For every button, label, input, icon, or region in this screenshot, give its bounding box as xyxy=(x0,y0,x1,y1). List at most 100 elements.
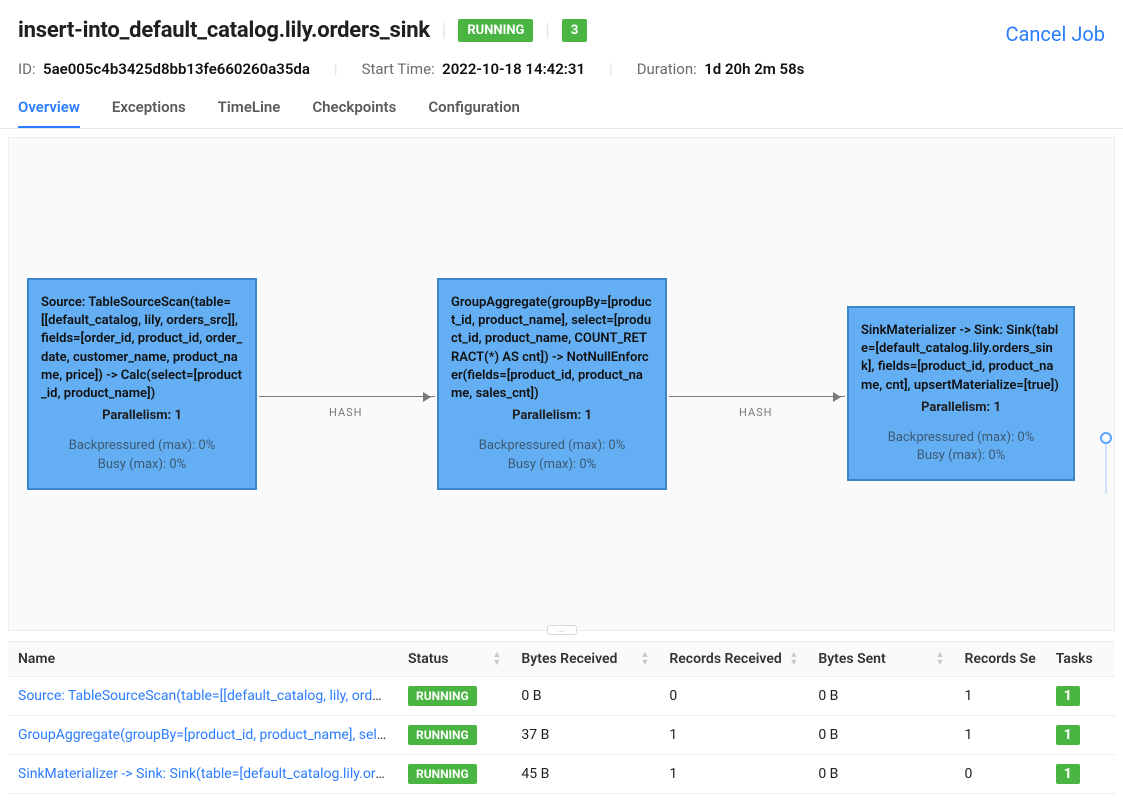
col-header-name[interactable]: Name xyxy=(8,642,398,677)
sort-icon[interactable]: ▲▼ xyxy=(640,651,649,667)
header-label: Records Received xyxy=(669,651,781,667)
sort-icon[interactable]: ▲▼ xyxy=(493,651,502,667)
duration-value: 1d 20h 2m 58s xyxy=(704,60,804,78)
cell-name: SinkMaterializer -> Sink: Sink(table=[de… xyxy=(8,755,398,794)
cell-records-received: 1 xyxy=(659,755,808,794)
header-label: Tasks xyxy=(1056,651,1093,667)
status-badge: RUNNING xyxy=(408,686,477,706)
cancel-job-link[interactable]: Cancel Job xyxy=(1005,22,1105,46)
operator-link[interactable]: GroupAggregate(groupBy=[product_id, prod… xyxy=(18,727,398,743)
node-busy: Busy (max): 0% xyxy=(41,456,243,474)
col-header-bytes-received[interactable]: Bytes Received ▲▼ xyxy=(511,642,659,677)
table-row[interactable]: GroupAggregate(groupBy=[product_id, prod… xyxy=(8,716,1115,755)
header-label: Name xyxy=(18,651,55,667)
cell-records-sent: 1 xyxy=(955,677,1046,716)
cell-records-received: 1 xyxy=(659,716,808,755)
task-count-badge: 1 xyxy=(1056,686,1080,706)
node-parallelism: Parallelism: 1 xyxy=(861,399,1061,417)
table-row[interactable]: Source: TableSourceScan(table=[[default_… xyxy=(8,677,1115,716)
header-label: Records Se xyxy=(965,651,1036,667)
cell-status: RUNNING xyxy=(398,716,511,755)
cell-bytes-sent: 0 B xyxy=(808,677,954,716)
col-header-records-sent[interactable]: Records Se xyxy=(955,642,1046,677)
tab-checkpoints[interactable]: Checkpoints xyxy=(312,98,396,128)
zoom-slider[interactable] xyxy=(1100,438,1112,498)
slider-track xyxy=(1105,438,1107,494)
header-label: Bytes Sent xyxy=(818,651,885,667)
cell-bytes-received: 45 B xyxy=(511,755,659,794)
graph-edge xyxy=(669,396,845,397)
node-busy: Busy (max): 0% xyxy=(451,456,653,474)
separator: | xyxy=(545,20,549,41)
node-parallelism: Parallelism: 1 xyxy=(451,407,653,425)
sort-icon[interactable]: ▲▼ xyxy=(789,651,798,667)
separator: | xyxy=(609,60,613,78)
resize-handle[interactable]: … xyxy=(547,625,577,635)
cell-records-sent: 0 xyxy=(955,755,1046,794)
task-count-badge: 1 xyxy=(1056,764,1080,784)
start-time-label: Start Time: xyxy=(362,60,435,78)
node-backpressure: Backpressured (max): 0% xyxy=(451,437,653,455)
sort-icon[interactable]: ▲▼ xyxy=(936,651,945,667)
col-header-bytes-sent[interactable]: Bytes Sent ▲▼ xyxy=(808,642,954,677)
separator: | xyxy=(334,60,338,78)
graph-node-aggregate[interactable]: GroupAggregate(groupBy=[product_id, prod… xyxy=(437,278,667,490)
operators-table: Name Status ▲▼ Bytes Received ▲▼ Records R… xyxy=(8,641,1115,794)
cell-tasks: 1 xyxy=(1046,716,1115,755)
tab-exceptions[interactable]: Exceptions xyxy=(112,98,186,128)
job-graph[interactable]: Source: TableSourceScan(table=[[default_… xyxy=(8,137,1115,631)
cell-name: GroupAggregate(groupBy=[product_id, prod… xyxy=(8,716,398,755)
duration-label: Duration: xyxy=(637,60,697,78)
job-title: insert-into_default_catalog.lily.orders_… xyxy=(18,18,430,43)
status-badge: RUNNING xyxy=(408,764,477,784)
status-badge: RUNNING xyxy=(458,19,533,42)
title-row: insert-into_default_catalog.lily.orders_… xyxy=(18,14,1105,46)
node-description: SinkMaterializer -> Sink: Sink(table=[de… xyxy=(861,322,1061,395)
id-value: 5ae005c4b3425d8bb13fe660260a35da xyxy=(43,60,310,78)
header: insert-into_default_catalog.lily.orders_… xyxy=(0,0,1123,78)
graph-node-sink[interactable]: SinkMaterializer -> Sink: Sink(table=[de… xyxy=(847,306,1075,481)
col-header-tasks[interactable]: Tasks xyxy=(1046,642,1115,677)
tab-configuration[interactable]: Configuration xyxy=(428,98,520,128)
cell-status: RUNNING xyxy=(398,677,511,716)
cell-tasks: 1 xyxy=(1046,755,1115,794)
edge-label: HASH xyxy=(739,406,773,419)
cell-bytes-sent: 0 B xyxy=(808,755,954,794)
cell-records-sent: 1 xyxy=(955,716,1046,755)
count-badge: 3 xyxy=(562,19,587,42)
cell-records-received: 0 xyxy=(659,677,808,716)
slider-thumb[interactable] xyxy=(1100,432,1112,444)
cell-status: RUNNING xyxy=(398,755,511,794)
meta-row: ID: 5ae005c4b3425d8bb13fe660260a35da | S… xyxy=(18,60,1105,78)
table-header-row: Name Status ▲▼ Bytes Received ▲▼ Records R… xyxy=(8,642,1115,677)
node-busy: Busy (max): 0% xyxy=(861,447,1061,465)
tab-timeline[interactable]: TimeLine xyxy=(218,98,281,128)
operator-link[interactable]: SinkMaterializer -> Sink: Sink(table=[de… xyxy=(18,766,398,782)
header-label: Bytes Received xyxy=(521,651,617,667)
table-container: Name Status ▲▼ Bytes Received ▲▼ Records R… xyxy=(0,641,1123,802)
graph-node-source[interactable]: Source: TableSourceScan(table=[[default_… xyxy=(27,278,257,490)
cell-bytes-received: 37 B xyxy=(511,716,659,755)
start-time-value: 2022-10-18 14:42:31 xyxy=(442,60,585,78)
col-header-status[interactable]: Status ▲▼ xyxy=(398,642,511,677)
node-backpressure: Backpressured (max): 0% xyxy=(861,429,1061,447)
tab-overview[interactable]: Overview xyxy=(18,98,80,128)
cell-tasks: 1 xyxy=(1046,677,1115,716)
node-description: GroupAggregate(groupBy=[product_id, prod… xyxy=(451,294,653,403)
tabs: Overview Exceptions TimeLine Checkpoints… xyxy=(0,78,1123,129)
separator: | xyxy=(442,20,446,41)
header-label: Status xyxy=(408,651,448,667)
status-badge: RUNNING xyxy=(408,725,477,745)
node-backpressure: Backpressured (max): 0% xyxy=(41,437,243,455)
graph-container: Source: TableSourceScan(table=[[default_… xyxy=(0,129,1123,631)
node-parallelism: Parallelism: 1 xyxy=(41,407,243,425)
operator-link[interactable]: Source: TableSourceScan(table=[[default_… xyxy=(18,688,398,704)
table-row[interactable]: SinkMaterializer -> Sink: Sink(table=[de… xyxy=(8,755,1115,794)
task-count-badge: 1 xyxy=(1056,725,1080,745)
cell-bytes-received: 0 B xyxy=(511,677,659,716)
cell-name: Source: TableSourceScan(table=[[default_… xyxy=(8,677,398,716)
graph-edge xyxy=(259,396,435,397)
col-header-records-received[interactable]: Records Received ▲▼ xyxy=(659,642,808,677)
cell-bytes-sent: 0 B xyxy=(808,716,954,755)
node-description: Source: TableSourceScan(table=[[default_… xyxy=(41,294,243,403)
